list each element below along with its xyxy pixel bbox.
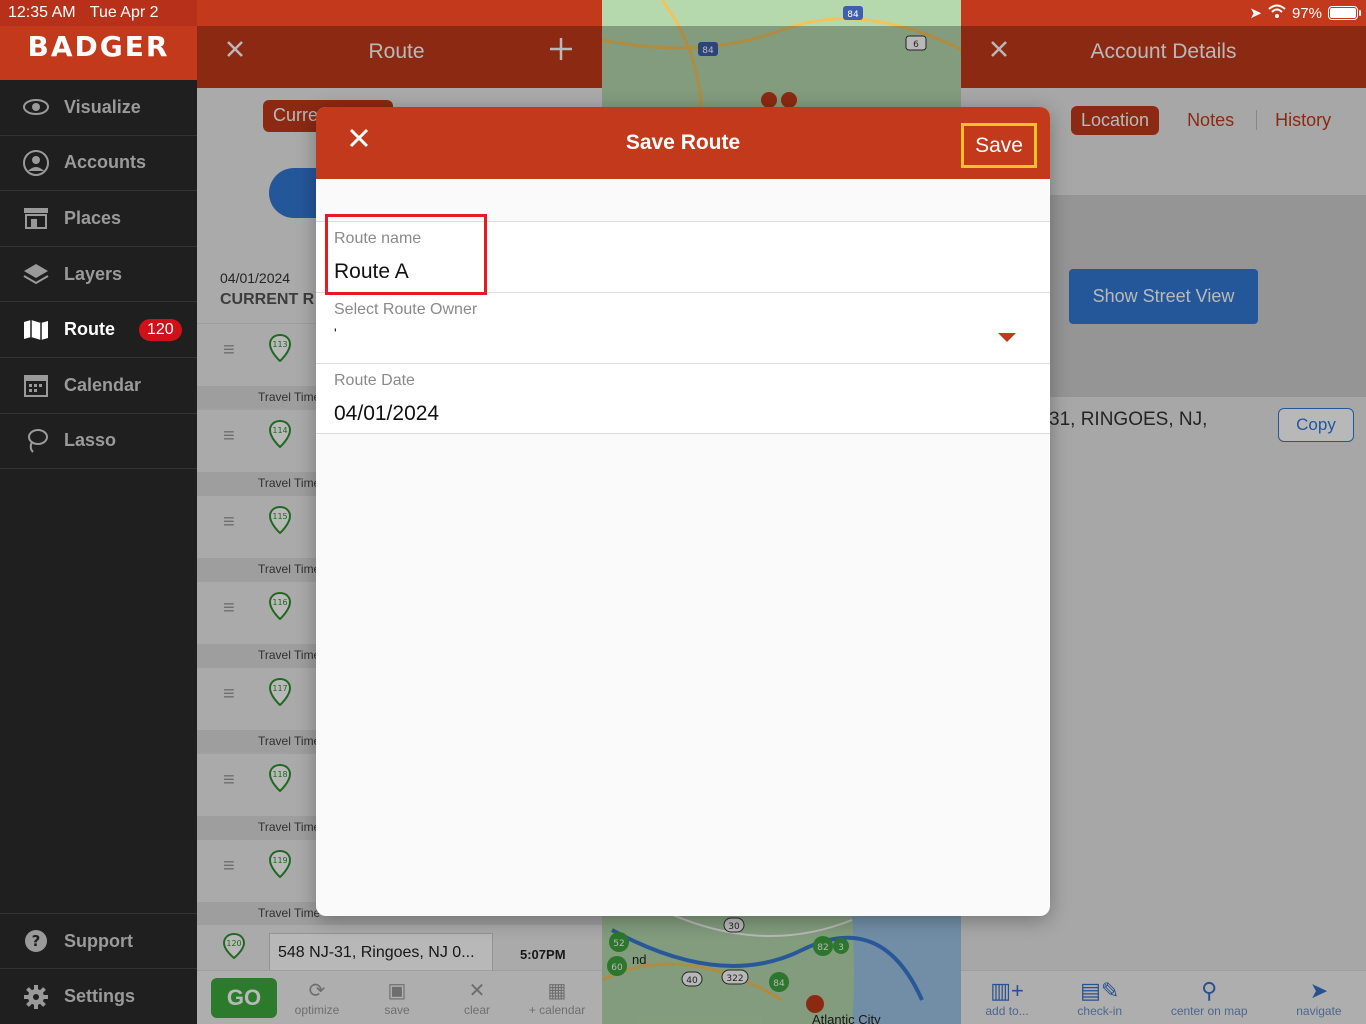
sidebar-item-label: Lasso <box>64 430 117 451</box>
shield-label: 84 <box>847 10 859 20</box>
store-icon <box>22 204 50 232</box>
wifi-icon <box>1268 4 1286 22</box>
save-button[interactable]: Save <box>961 123 1037 168</box>
sidebar-item-accounts[interactable]: Accounts <box>0 136 197 192</box>
person-icon <box>22 149 50 177</box>
dialog-header: Save Route Save <box>316 107 1050 179</box>
dialog-title: Save Route <box>625 131 741 154</box>
badger-logo: BADGER <box>27 30 170 63</box>
sidebar-item-label: Layers <box>64 263 123 284</box>
calendar-icon <box>22 371 50 399</box>
sidebar-item-label: Route <box>64 319 115 340</box>
sidebar-item-label: Settings <box>64 986 136 1007</box>
status-bar-left: 12:35 AM Tue Apr 2 <box>0 0 197 26</box>
route-owner-value: ' <box>334 325 337 341</box>
route-name-highlight <box>325 214 487 295</box>
route-count-badge: 120 <box>139 318 182 341</box>
status-bar-right: ➤ 97% <box>1241 0 1366 26</box>
sidebar-item-label: Calendar <box>64 374 142 395</box>
help-icon: ? <box>22 927 50 955</box>
sidebar: BADGER Visualize Accounts Places Layers … <box>0 0 197 1024</box>
sidebar-item-settings[interactable]: Settings <box>0 968 197 1024</box>
eye-icon <box>22 93 50 121</box>
sidebar-item-places[interactable]: Places <box>0 191 197 247</box>
battery-icon <box>1328 6 1361 20</box>
save-route-dialog: Save Route Save Route name Route A Selec… <box>316 107 1050 916</box>
sidebar-item-layers[interactable]: Layers <box>0 247 197 303</box>
chevron-down-icon[interactable] <box>998 333 1016 342</box>
status-time: 12:35 AM <box>8 4 76 21</box>
route-owner-label: Select Route Owner <box>334 301 478 318</box>
divider <box>316 433 1050 434</box>
route-date-label: Route Date <box>334 372 415 389</box>
sidebar-item-label: Places <box>64 207 122 228</box>
sidebar-item-label: Visualize <box>64 96 141 117</box>
sidebar-item-lasso[interactable]: Lasso <box>0 414 197 470</box>
route-owner-select[interactable]: Select Route Owner ' <box>316 292 1050 363</box>
route-date-input[interactable]: 04/01/2024 <box>334 402 439 426</box>
sidebar-bottom: ? Support Settings <box>0 912 197 1024</box>
sidebar-item-support[interactable]: ? Support <box>0 912 197 969</box>
sidebar-item-calendar[interactable]: Calendar <box>0 358 197 414</box>
status-date: Tue Apr 2 <box>89 4 159 21</box>
map-icon <box>22 316 50 344</box>
sidebar-item-label: Accounts <box>64 152 147 173</box>
location-arrow-icon: ➤ <box>1249 5 1262 22</box>
svg-text:?: ? <box>32 932 41 950</box>
route-date-field[interactable]: Route Date 04/01/2024 <box>316 363 1050 434</box>
sidebar-item-route[interactable]: Route 120 <box>0 302 197 358</box>
battery-percent: 97% <box>1291 4 1322 22</box>
sidebar-item-label: Support <box>64 930 133 951</box>
sidebar-item-visualize[interactable]: Visualize <box>0 80 197 136</box>
layers-icon <box>22 260 50 288</box>
lasso-icon <box>22 427 50 455</box>
gear-icon <box>22 983 50 1011</box>
